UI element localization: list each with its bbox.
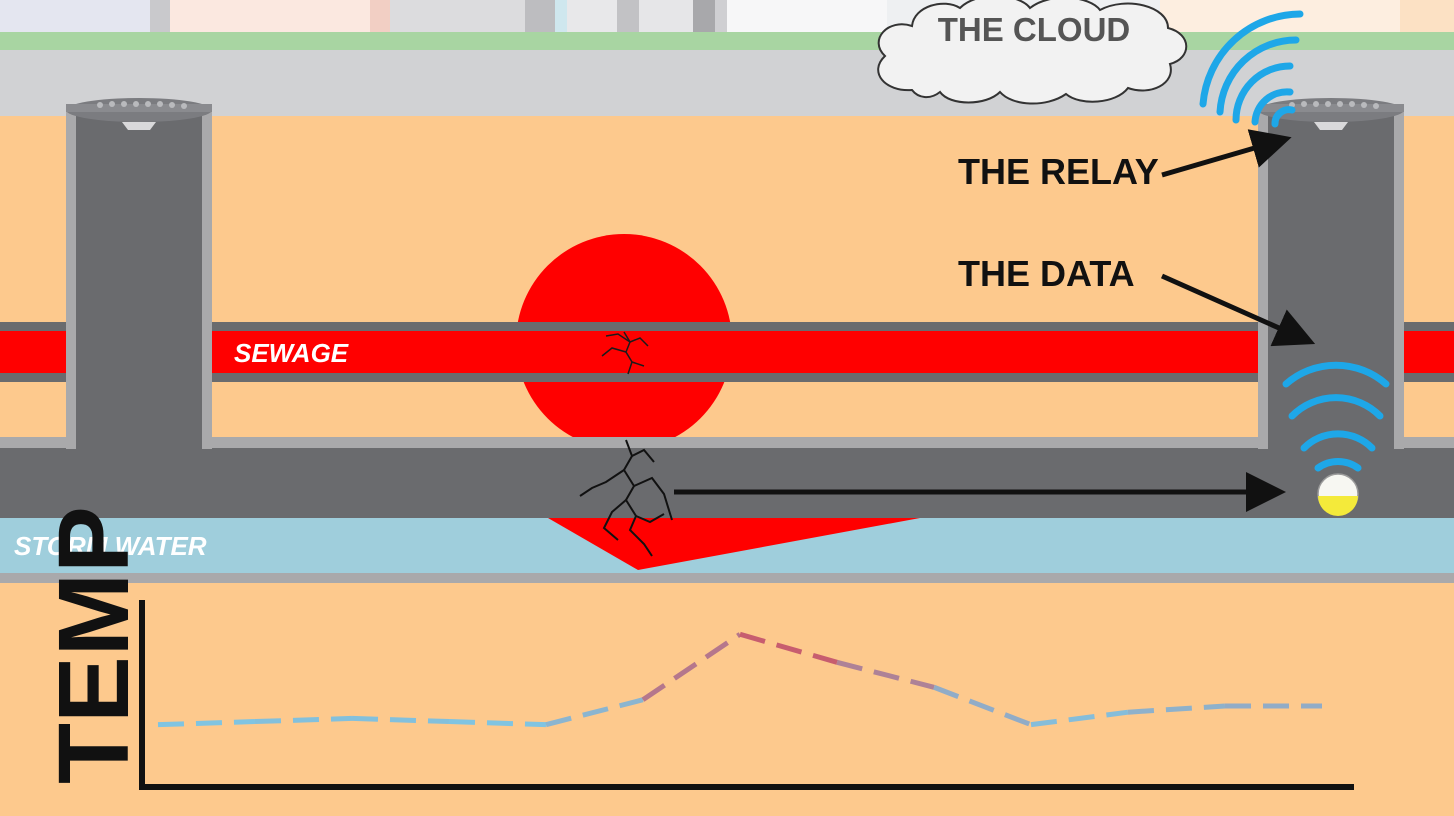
cloud-label: THE CLOUD <box>938 11 1131 48</box>
data-label: THE DATA <box>958 253 1135 294</box>
street-strip <box>0 0 1454 116</box>
sewage-pipe <box>0 322 1454 382</box>
diagram-stage: THE CLOUD THE RELAY THE DATA SEWAGE STOR… <box>0 0 1454 816</box>
cloud-icon: THE CLOUD <box>877 0 1188 105</box>
sensor-icon <box>1317 473 1359 516</box>
temperature-line-segment <box>448 719 547 728</box>
storm-drain-pipe <box>0 448 1454 518</box>
temperature-line-segment <box>254 715 353 725</box>
temperature-line-segment <box>351 715 450 725</box>
sewage-label: SEWAGE <box>234 338 349 368</box>
y-axis-label: TEMP <box>38 506 150 784</box>
relay-label: THE RELAY <box>958 151 1159 192</box>
left-manhole <box>66 98 212 449</box>
sewer-diagram: THE CLOUD THE RELAY THE DATA SEWAGE STOR… <box>0 0 1454 816</box>
temperature-line-segment <box>157 719 256 728</box>
